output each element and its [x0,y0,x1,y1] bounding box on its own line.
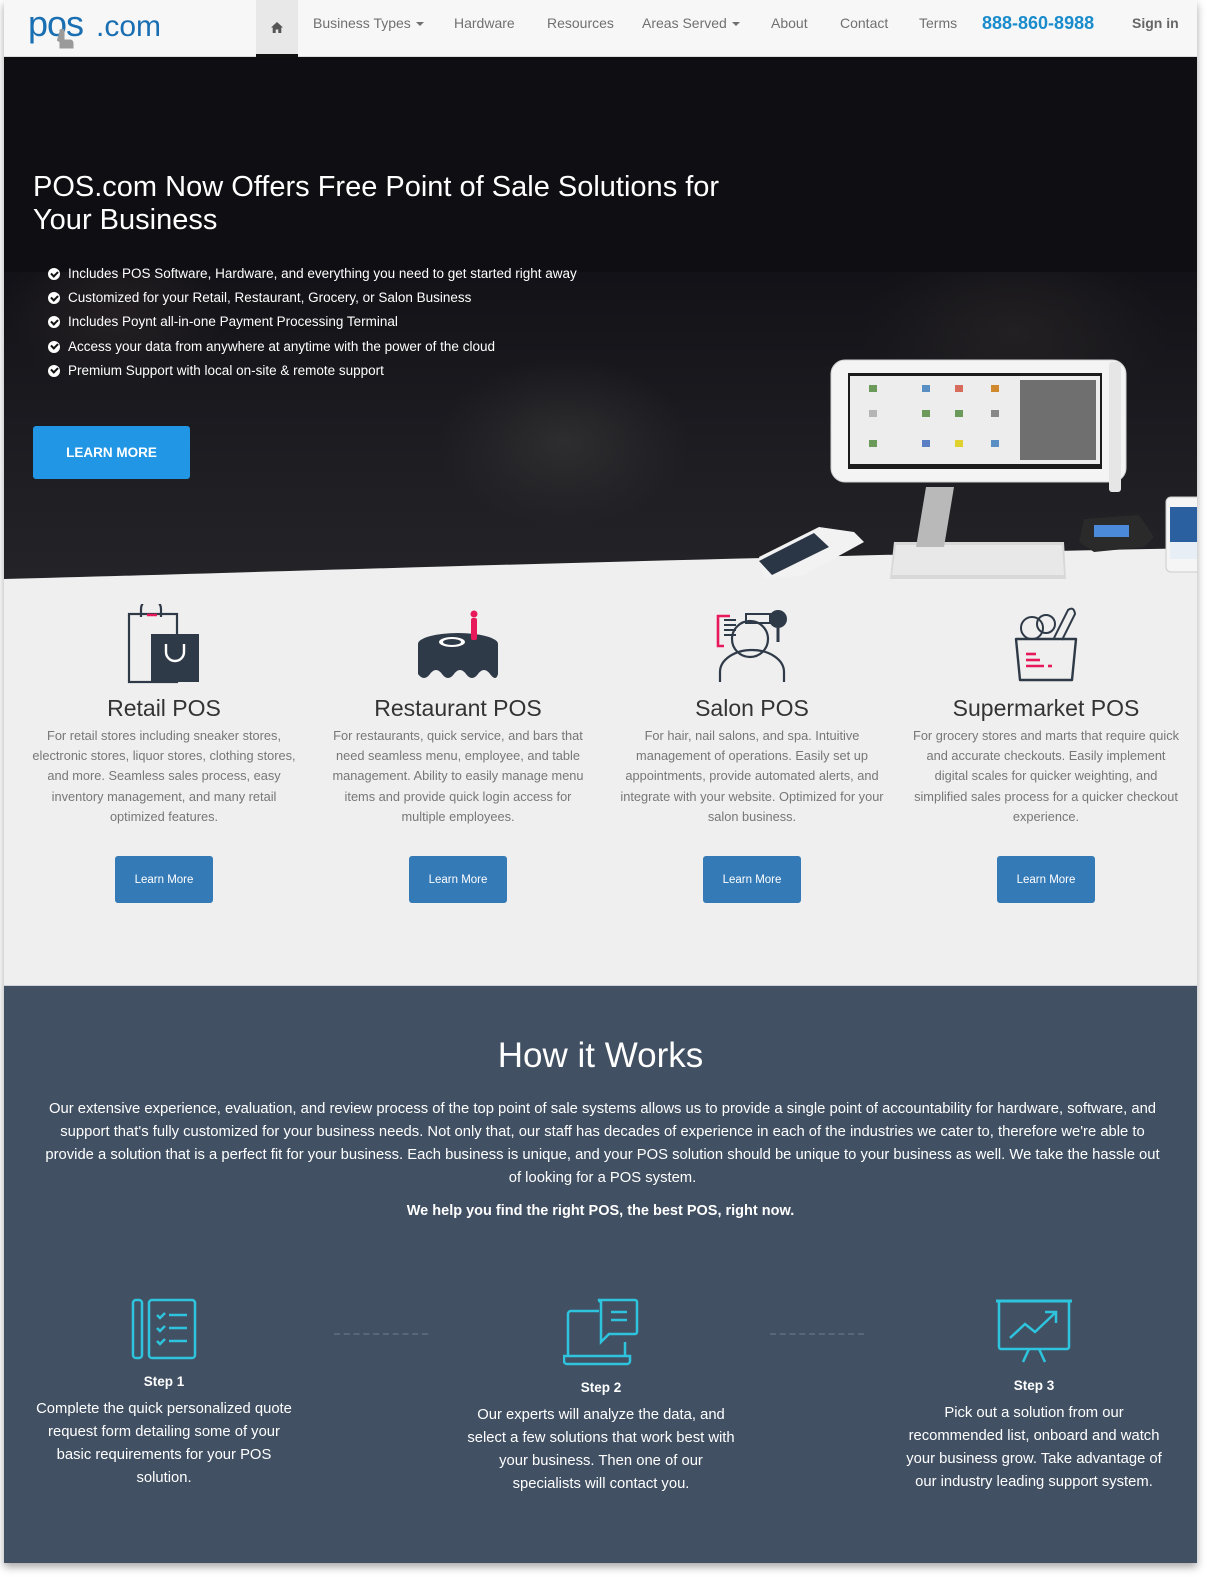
nav-business-types[interactable]: Business Types [313,0,424,57]
how-it-works-section: How it Works Our extensive experience, e… [4,985,1197,1563]
step-label: Step 2 [580,1380,622,1395]
type-title: Restaurant POS [374,695,542,721]
step-text: Pick out a solution from our recommended… [906,1405,1162,1490]
presentation-chart-icon [996,1299,1072,1363]
retail-learn-more-button[interactable]: Learn More [115,856,213,903]
restaurant-table-icon [418,610,498,678]
type-card-restaurant: Restaurant POS For restaurants, quick se… [313,582,603,903]
chevron-down-icon [415,22,424,27]
how-it-works-tagline: We help you find the right POS, the best… [406,1203,795,1219]
nav-about[interactable]: About [771,0,808,57]
feature-item: Customized for your Retail, Restaurant, … [48,286,577,310]
salon-hairdryer-icon [716,610,787,682]
type-card-retail: Retail POS For retail stores including s… [19,582,309,903]
feature-item: Access your data from anywhere at anytim… [48,335,577,359]
type-card-supermarket: Supermarket POS For grocery stores and m… [901,582,1191,903]
nav-terms[interactable]: Terms [919,0,957,57]
feature-item: Includes Poynt all-in-one Payment Proces… [48,310,577,334]
shopping-bags-icon [127,604,199,684]
salon-learn-more-button[interactable]: Learn More [703,856,801,903]
step-text: Complete the quick personalized quote re… [36,1401,292,1486]
type-description: For restaurants, quick service, and bars… [332,728,584,824]
type-description: For grocery stores and marts that requir… [913,728,1179,824]
signin-link[interactable]: Sign in [1132,0,1179,46]
svg-text:pos: pos [28,4,83,44]
type-title: Salon POS [695,695,809,721]
nav-contact[interactable]: Contact [840,0,888,57]
check-circle-icon [48,340,60,353]
nav-hardware[interactable]: Hardware [454,0,515,57]
checklist-icon [131,1298,197,1360]
type-title: Retail POS [107,695,221,721]
phone-link[interactable]: 888-860-8988 [982,0,1094,46]
site-logo[interactable]: pos .com [26,3,186,50]
how-it-works-title: How it Works [497,1036,704,1075]
type-description: For retail stores including sneaker stor… [32,728,296,824]
how-it-works-body: Our extensive experience, evaluation, an… [45,1101,1160,1186]
hero-feature-list: Includes POS Software, Hardware, and eve… [48,262,577,383]
page: pos .com Business Types Hardware Resourc… [4,0,1197,1563]
chevron-down-icon [731,22,740,27]
nav-areas-served[interactable]: Areas Served [642,0,740,57]
restaurant-learn-more-button[interactable]: Learn More [409,856,507,903]
pos-devices-image [759,359,1197,579]
step-label: Step 3 [1013,1378,1055,1393]
feature-item: Premium Support with local on-site & rem… [48,359,577,383]
type-title: Supermarket POS [952,695,1140,721]
check-circle-icon [48,364,60,377]
step-text: Our experts will analyze the data, and s… [467,1407,735,1492]
supermarket-learn-more-button[interactable]: Learn More [997,856,1095,903]
step-3: Step 3 Pick out a solution from our reco… [904,1298,1164,1494]
hero-learn-more-button[interactable]: LEARN MORE [33,426,190,479]
hero: POS.com Now Offers Free Point of Sale So… [4,57,1197,582]
home-icon [271,21,283,33]
business-types-section: Retail POS For retail stores including s… [4,582,1197,985]
laptop-chat-icon [563,1298,639,1366]
check-circle-icon [48,268,60,281]
grocery-bag-icon [1014,607,1078,682]
step-2: Step 2 Our experts will analyze the data… [466,1298,736,1496]
hero-title: POS.com Now Offers Free Point of Sale So… [33,171,720,236]
step-label: Step 1 [143,1374,185,1389]
step-connector [770,1333,864,1335]
type-description: For hair, nail salons, and spa. Intuitiv… [620,728,884,824]
type-card-salon: Salon POS For hair, nail salons, and spa… [607,582,897,903]
feature-item: Includes POS Software, Hardware, and eve… [48,262,577,286]
nav-resources[interactable]: Resources [547,0,614,57]
check-circle-icon [48,292,60,305]
step-connector [334,1333,428,1335]
pos-logo-icon: pos .com [28,3,161,49]
top-nav: pos .com Business Types Hardware Resourc… [4,0,1197,57]
step-1: Step 1 Complete the quick personalized q… [34,1298,294,1490]
check-circle-icon [48,316,60,329]
svg-text:.com: .com [96,10,161,43]
nav-home-button[interactable] [256,0,298,57]
